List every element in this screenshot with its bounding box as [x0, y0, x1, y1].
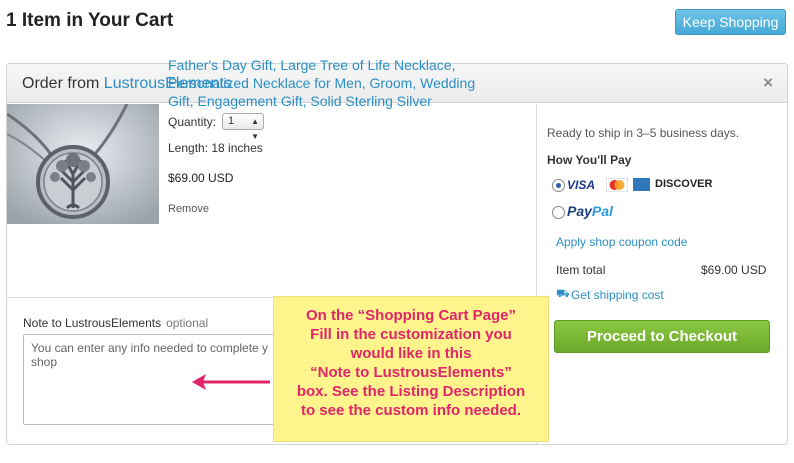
callout-line: “Note to LustrousElements” — [310, 364, 512, 381]
annotation-callout: On the “Shopping Cart Page” Fill in the … — [273, 296, 549, 442]
paypal-pay: Pay — [567, 203, 592, 219]
discover-icon: DISCOVER — [655, 178, 713, 190]
remove-link[interactable]: Remove — [168, 203, 209, 215]
callout-line: Fill in the customization you — [310, 326, 512, 343]
callout-line: would like in this — [350, 345, 472, 362]
product-price: $69.00 USD — [168, 171, 234, 185]
note-placeholder-line: You can enter any info needed to complet… — [31, 341, 269, 355]
order-from-prefix: Order from — [22, 75, 100, 92]
how-pay-heading: How You'll Pay — [547, 153, 632, 167]
paypal-pal: Pal — [591, 203, 613, 219]
coupon-link[interactable]: Apply shop coupon code — [556, 235, 687, 249]
product-title-link[interactable]: Father's Day Gift, Large Tree of Life Ne… — [168, 56, 498, 110]
checkout-button[interactable]: Proceed to Checkout — [554, 320, 770, 353]
note-placeholder-line: shop — [31, 355, 58, 369]
paypal-icon: PayPal — [567, 203, 613, 219]
note-optional: optional — [166, 316, 209, 330]
chevron-updown-icon: ▲ ▼ — [251, 117, 259, 141]
product-title-line: Gift, Engagement Gift, Solid Sterling Si… — [168, 93, 432, 109]
arrow-left-icon — [192, 374, 270, 390]
note-label-text: Note to LustrousElements — [23, 316, 162, 330]
mastercard-icon — [606, 178, 628, 192]
ship-time: Ready to ship in 3–5 business days. — [547, 126, 740, 140]
item-total-label: Item total — [556, 263, 606, 277]
page-title: 1 Item in Your Cart — [6, 10, 174, 31]
product-image[interactable] — [7, 104, 159, 224]
length-option: Length: 18 inches — [168, 141, 263, 155]
callout-line: to see the custom info needed. — [300, 402, 522, 419]
visa-icon: VISA — [567, 178, 596, 192]
keep-shopping-button[interactable]: Keep Shopping — [675, 9, 786, 35]
close-icon[interactable]: × — [763, 73, 773, 93]
quantity-label: Quantity: — [168, 115, 217, 129]
truck-icon: ⛟ — [556, 288, 570, 300]
item-total-value: $69.00 USD — [701, 263, 767, 277]
product-title-line: Father's Day Gift, Large Tree of Life Ne… — [168, 57, 456, 73]
product-title-line: Personalized Necklace for Men, Groom, We… — [168, 75, 476, 91]
callout-line: On the “Shopping Cart Page” — [305, 307, 516, 324]
callout-line: box. See the Listing Description — [296, 383, 526, 400]
shipping-cost-link[interactable]: Get shipping cost — [571, 288, 664, 302]
quantity-value: 1 — [228, 115, 235, 127]
card-radio[interactable] — [552, 179, 565, 192]
paypal-radio[interactable] — [552, 206, 565, 219]
note-label: Note to LustrousElements optional — [23, 316, 208, 330]
amex-icon — [633, 178, 650, 191]
quantity-select[interactable]: 1 ▲ ▼ — [222, 113, 264, 141]
